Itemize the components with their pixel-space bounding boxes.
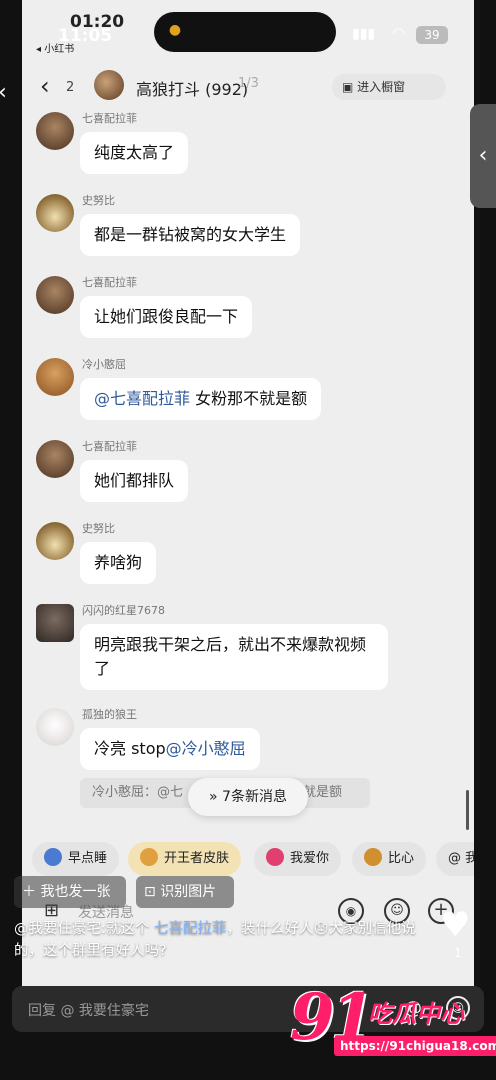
app-tag: ◂ 小红书 (36, 44, 75, 55)
status-bar: 01:20 11:05 ◂ 小红书 ● ▮▮▮ ◠ 39 (22, 0, 474, 58)
post-button[interactable]: ＋ 我也发一张 (14, 876, 126, 908)
chip-label: 我爱你 (290, 851, 330, 866)
post-label: 我也发一张 (40, 884, 111, 900)
logo-text: 吃瓜中心 (368, 1000, 464, 1028)
store-icon: ▣ (342, 80, 358, 94)
avatar[interactable] (36, 358, 74, 396)
message-bubble[interactable]: 养啥狗 (80, 542, 157, 584)
group-avatar[interactable] (94, 70, 124, 100)
caption-mention[interactable]: 七喜配拉菲 (154, 921, 227, 937)
message-text: 冷亮 stop (94, 739, 166, 758)
message-text: 女粉那不就是额 (190, 389, 308, 408)
ocr-button[interactable]: ⊡ 识别图片 (136, 876, 234, 908)
avatar[interactable] (36, 708, 74, 746)
new-messages-label: 7条新消息 (222, 789, 287, 805)
message-bubble[interactable]: 让她们跟俊良配一下 (80, 296, 253, 338)
quick-reply-chip[interactable]: 比心 (352, 842, 427, 876)
sender-name: 冷小憨屈 (82, 358, 126, 371)
mic-icon: ● (168, 22, 182, 38)
quick-reply-chip[interactable]: 早点睡 (32, 842, 120, 876)
quick-reply-chip[interactable]: 开王者皮肤 (128, 842, 242, 876)
reply-input[interactable]: 回复 @ 我要住豪宅 (28, 1000, 149, 1020)
mention-link[interactable]: @七喜配拉菲 (94, 389, 190, 408)
wifi-icon: ◠ (392, 24, 406, 42)
post-caption: @我要住豪宅:就这个 七喜配拉菲，装什么好人😓大家别信他说的，这个群里有好人吗? (14, 918, 424, 962)
message-bubble[interactable]: @七喜配拉菲 女粉那不就是额 (80, 378, 322, 420)
sender-name: 孤独的狼王 (82, 708, 137, 721)
sender-name: 七喜配拉菲 (82, 112, 137, 125)
chevron-left-icon[interactable]: ‹ (0, 80, 7, 105)
message-bubble[interactable]: 纯度太高了 (80, 132, 189, 174)
side-panel-tab[interactable]: ‹ (470, 104, 496, 208)
chip-label: 早点睡 (68, 851, 108, 866)
video-viewer: 01:20 11:05 ◂ 小红书 ● ▮▮▮ ◠ 39 ‹ 2 高狼打斗 (9… (0, 0, 496, 1080)
caption-prefix: @我要住豪宅:就这个 (14, 921, 154, 937)
dynamic-island: ● (154, 12, 336, 52)
chat-screenshot: 01:20 11:05 ◂ 小红书 ● ▮▮▮ ◠ 39 ‹ 2 高狼打斗 (9… (22, 0, 474, 1000)
back-arrow-icon[interactable]: ‹ (40, 72, 50, 100)
avatar[interactable] (36, 604, 74, 642)
message-bubble[interactable]: 都是一群钻被窝的女大学生 (80, 214, 301, 256)
message-bubble[interactable]: 明亮跟我干架之后，就出不来爆款视频了 (80, 624, 388, 690)
avatar[interactable] (36, 194, 74, 232)
battery-indicator: 39 (416, 26, 448, 44)
chevron-down-icon: » (209, 789, 223, 805)
signal-icon: ▮▮▮ (352, 26, 376, 42)
like-count: 1 (454, 946, 462, 960)
avatar[interactable] (36, 522, 74, 560)
quick-reply-chip[interactable]: @ 我 (436, 842, 474, 876)
enter-store-button[interactable]: ▣ 进入橱窗 (332, 74, 446, 100)
avatar[interactable] (36, 276, 74, 314)
sender-name: 史努比 (82, 194, 115, 207)
chip-label: 比心 (388, 851, 415, 866)
chip-label: @ 我 (448, 851, 474, 866)
plus-post-icon: ＋ (22, 884, 41, 900)
group-title: 高狼打斗 (992) (136, 80, 249, 99)
heart-icon[interactable]: ♥ (440, 908, 478, 942)
logo-url: https://91chigua18.com (334, 1036, 496, 1056)
mention-link[interactable]: @冷小憨屈 (166, 739, 246, 758)
new-messages-button[interactable]: » 7条新消息 (188, 778, 308, 816)
hand-heart-icon (364, 848, 382, 866)
avatar[interactable] (36, 112, 74, 150)
sender-name: 七喜配拉菲 (82, 440, 137, 453)
chip-label: 开王者皮肤 (164, 851, 230, 866)
message-bubble[interactable]: 她们都排队 (80, 460, 189, 502)
scrollbar[interactable] (466, 790, 469, 830)
back-count: 2 (66, 80, 75, 95)
quote-left: 冷小憨屈：@七 (92, 785, 184, 800)
sender-name: 闪闪的红星7678 (82, 604, 165, 617)
chat-header: ‹ 2 高狼打斗 (992) 1/3 ▣ 进入橱窗 (22, 62, 474, 112)
heart-icon (266, 848, 284, 866)
quick-reply-row: 早点睡 开王者皮肤 我爱你 比心 @ 我 (32, 842, 474, 876)
avatar[interactable] (36, 440, 74, 478)
chevron-left-icon: ‹ (478, 143, 488, 168)
enter-store-label: 进入橱窗 (357, 80, 406, 94)
sender-name: 七喜配拉菲 (82, 276, 137, 289)
ocr-label: 识别图片 (160, 884, 217, 900)
moon-icon (44, 848, 62, 866)
sender-name: 史努比 (82, 522, 115, 535)
image-counter: 1/3 (238, 76, 259, 91)
image-scan-icon: ⊡ (144, 884, 161, 900)
message-bubble[interactable]: 冷亮 stop@冷小憨屈 (80, 728, 260, 770)
watermark-logo: 91 吃瓜中心 https://91chigua18.com (290, 980, 496, 1060)
quick-reply-chip[interactable]: 我爱你 (254, 842, 342, 876)
cat-icon (140, 848, 158, 866)
